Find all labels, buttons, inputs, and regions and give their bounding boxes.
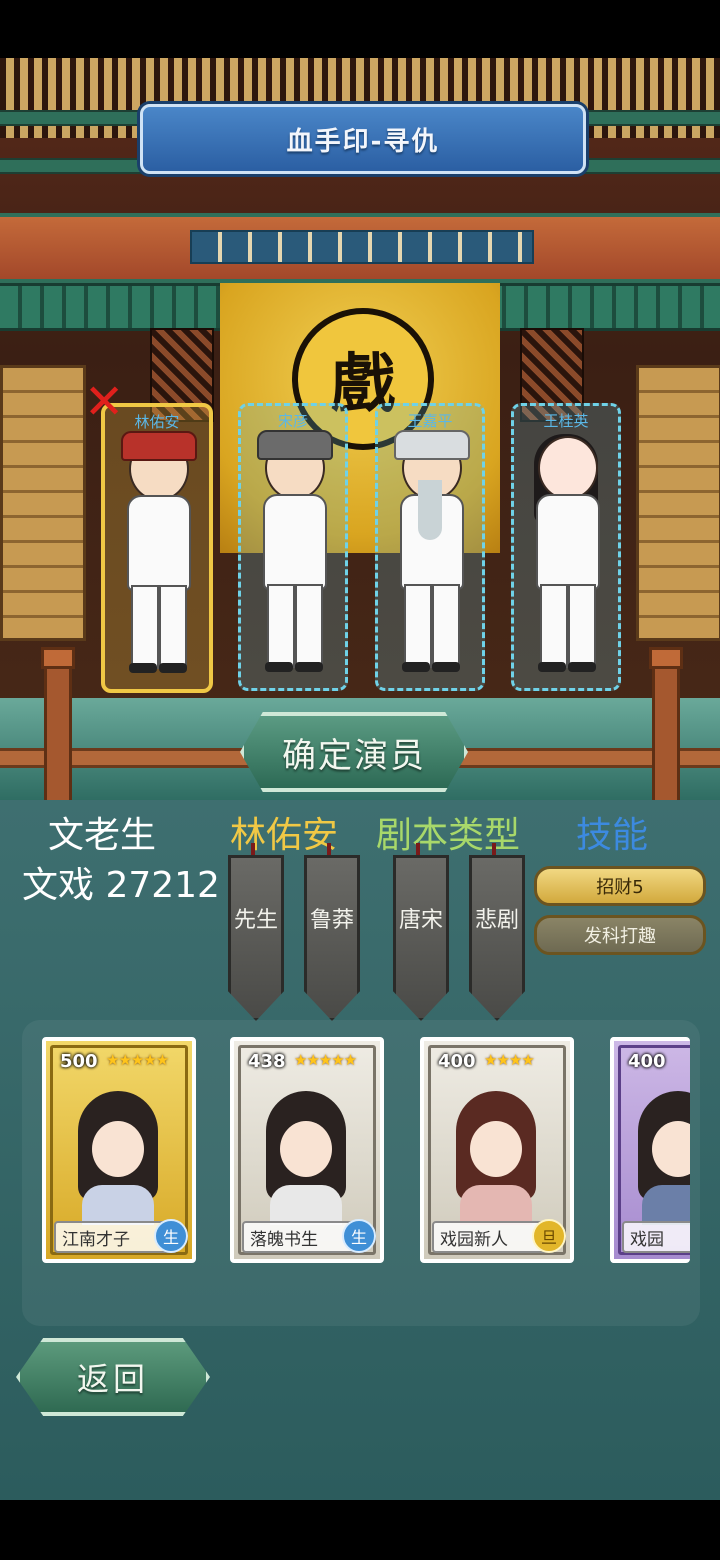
card-stars: ★★★★★ — [106, 1051, 169, 1069]
actor-slot-1[interactable]: 林佑安 文老生 — [101, 403, 213, 693]
actor-card[interactable]: 438 ★★★★★ 落魄书生 生 — [230, 1037, 384, 1263]
back-button[interactable]: 返回 — [16, 1338, 210, 1416]
script-type-tag: 唐宋 — [393, 855, 449, 1021]
skill-badge[interactable]: 发科打趣 — [534, 915, 706, 955]
actor-figure — [107, 407, 207, 677]
card-portrait — [266, 1091, 346, 1225]
skill-badge[interactable]: 招财5 — [534, 866, 706, 906]
play-title-banner: 血手印-寻仇 — [140, 104, 586, 174]
card-stars: ★★★★ — [484, 1051, 535, 1069]
card-stars: ★★★★★ — [294, 1051, 357, 1069]
trait-text: 先生 — [233, 908, 278, 933]
actor-figure — [243, 406, 343, 676]
play-title: 血手印-寻仇 — [286, 126, 440, 157]
beam-pattern — [190, 230, 534, 264]
actor-card[interactable]: 400 ★★★★ 戏园新人 旦 — [420, 1037, 574, 1263]
back-label: 返回 — [76, 1360, 149, 1398]
bamboo-blind-left — [0, 365, 86, 641]
card-role-badge: 生 — [154, 1219, 188, 1253]
confirm-label: 确定演员 — [282, 735, 426, 776]
skill-label: 招财5 — [596, 877, 644, 898]
actor-slot-3[interactable]: 王嘉平 — [375, 403, 485, 691]
card-power: 400 — [438, 1051, 476, 1072]
actor-figure — [516, 406, 616, 676]
role-type: 文老生 — [48, 815, 157, 856]
actor-name-label: 林佑安 — [230, 815, 339, 856]
script-type-label: 剧本类型 — [376, 815, 521, 856]
card-role-badge: 旦 — [532, 1219, 566, 1253]
card-role-badge: 生 — [342, 1219, 376, 1253]
script-type-text: 悲剧 — [474, 908, 519, 933]
card-title: 戏园 — [622, 1221, 690, 1253]
actor-slot-2[interactable]: 宋彦 文老生 — [238, 403, 348, 691]
trait-tag: 鲁莽 — [304, 855, 360, 1021]
card-power: 500 — [60, 1051, 98, 1072]
bamboo-blind-right — [636, 365, 720, 641]
card-portrait — [78, 1091, 158, 1225]
railing-post — [41, 647, 75, 800]
remove-actor-icon[interactable]: ✕ — [84, 378, 124, 426]
script-type-tag: 悲剧 — [469, 855, 525, 1021]
trait-text: 鲁莽 — [309, 908, 354, 933]
skills-label: 技能 — [576, 815, 649, 856]
confirm-actors-button[interactable]: 确定演员 — [240, 712, 468, 792]
trait-tag: 先生 — [228, 855, 284, 1021]
actor-card[interactable]: 500 ★★★★★ 江南才子 生 — [42, 1037, 196, 1263]
actor-figure — [380, 406, 480, 676]
script-type-text: 唐宋 — [398, 908, 443, 933]
actor-card[interactable]: 400 戏园 — [610, 1037, 690, 1263]
role-score: 文戏 27212 — [22, 865, 220, 906]
railing-post — [649, 647, 683, 800]
card-portrait — [456, 1091, 536, 1225]
actor-slot-4[interactable]: 王桂英 青衣 — [511, 403, 621, 691]
card-power: 400 — [628, 1051, 666, 1072]
card-power: 438 — [248, 1051, 286, 1072]
skill-label: 发科打趣 — [584, 926, 656, 947]
card-portrait — [638, 1091, 690, 1225]
